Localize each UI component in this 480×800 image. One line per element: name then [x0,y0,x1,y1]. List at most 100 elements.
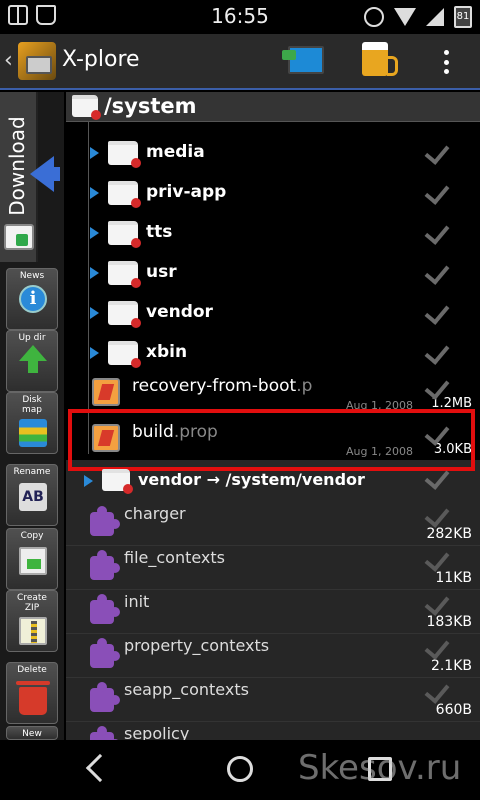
folder-row-priv-app[interactable]: priv-app [66,173,480,213]
copy-button[interactable]: Copy [6,528,58,590]
alarm-icon [364,7,384,27]
expand-arrow-icon[interactable] [90,187,99,199]
puzzle-icon [90,550,120,580]
checkmark-icon[interactable] [424,259,450,285]
folder-row-usr[interactable]: usr [66,253,480,293]
delete-label: Delete [17,665,47,675]
beer-icon[interactable] [362,42,398,76]
status-bar: 16:55 81 [0,0,480,34]
checkmark-icon[interactable] [424,678,450,704]
folder-row-tts[interactable]: tts [66,213,480,253]
folder-name: vendor [146,302,213,322]
checkmark-icon[interactable] [424,590,450,616]
file-name: property_contexts [124,636,270,655]
disk-map-icon [19,419,47,447]
vendor-file-row[interactable]: charger 282KB [66,502,480,546]
overflow-menu-icon[interactable] [436,44,456,80]
expand-arrow-icon[interactable] [90,147,99,159]
folder-icon [108,301,141,328]
folder-icon [102,469,133,494]
wifi-icon [394,8,416,26]
up-dir-button[interactable]: Up dir [6,330,58,392]
file-size: 2.1KB [430,658,472,674]
vendor-file-row[interactable]: seapp_contexts 660B [66,678,480,722]
file-size: 183KB [426,614,472,630]
checkmark-icon[interactable] [424,634,450,660]
arrow-left-icon [30,156,60,192]
rename-button[interactable]: Rename AB [6,464,58,526]
zip-icon [19,617,47,645]
expand-arrow-icon[interactable] [90,267,99,279]
folder-icon [108,221,141,248]
up-arrow-icon [19,345,47,373]
disk-map-label: Disk map [22,395,42,415]
vendor-file-row[interactable]: file_contexts 11KB [66,546,480,590]
info-icon [19,285,47,313]
folder-row-xbin[interactable]: xbin [66,333,480,373]
wifi-sharing-icon[interactable] [282,46,324,74]
battery-icon: 81 [454,6,472,28]
vendor-file-row[interactable]: sepolicy [66,722,480,740]
rename-icon: AB [19,483,47,511]
back-icon[interactable] [85,753,115,783]
chevron-left-icon[interactable]: ‹ [4,48,13,73]
checkmark-icon[interactable] [424,464,450,490]
checkmark-icon[interactable] [424,139,450,165]
checkmark-icon[interactable] [424,219,450,245]
checkmark-icon[interactable] [424,546,450,572]
folder-icon [108,141,141,168]
home-icon[interactable] [227,756,253,782]
folder-name: media [146,142,205,162]
file-name: charger [124,504,186,523]
symlink-folder-row[interactable]: vendor → /system/vendor [66,462,480,498]
checkmark-icon[interactable] [424,299,450,325]
app-logo-icon[interactable] [18,42,56,80]
file-name: seapp_contexts [124,680,249,699]
folder-icon [108,341,141,368]
new-label: New [22,729,42,739]
sidebar: Download News Up dir Disk map Rename AB … [0,92,64,740]
news-button[interactable]: News [6,268,58,330]
rename-label: Rename [13,467,51,477]
copy-icon [19,547,47,575]
folder-icon [72,95,101,120]
folder-icon [108,261,141,288]
checkmark-icon[interactable] [424,179,450,205]
disk-map-button[interactable]: Disk map [6,392,58,454]
vendor-file-row[interactable]: init 183KB [66,590,480,634]
vendor-file-row[interactable]: property_contexts 2.1KB [66,634,480,678]
delete-button[interactable]: Delete [6,662,58,724]
app-bar: ‹ X-plore [0,34,480,90]
download-folder-icon [4,224,34,250]
file-size: 660B [435,702,472,718]
expand-arrow-icon[interactable] [90,227,99,239]
expand-arrow-icon[interactable] [90,347,99,359]
expand-arrow-icon[interactable] [90,307,99,319]
folder-row-media[interactable]: media [66,133,480,173]
copy-label: Copy [20,531,44,541]
new-button[interactable]: New [6,726,58,740]
puzzle-icon [90,638,120,668]
folder-name: xbin [146,342,188,362]
current-path: /system [104,94,197,118]
checkmark-icon[interactable] [424,339,450,365]
path-header[interactable]: /system [66,92,480,122]
file-name: file_contexts [124,548,226,567]
file-name: recovery-from-boot.p [132,376,313,396]
file-row-recovery-from-boot[interactable]: recovery-from-boot.p Aug 1, 2008 1.2MB [66,370,480,414]
file-icon [92,378,120,406]
expand-arrow-icon[interactable] [84,475,93,487]
create-zip-button[interactable]: Create ZIP [6,590,58,652]
puzzle-icon [90,506,120,536]
checkmark-icon[interactable] [424,502,450,528]
folder-name: usr [146,262,177,282]
create-zip-label: Create ZIP [17,593,47,613]
watermark: Skesov.ru [298,748,462,788]
app-title: X-plore [62,47,140,72]
folder-name: tts [146,222,173,242]
puzzle-icon [90,682,120,712]
folder-row-vendor[interactable]: vendor [66,293,480,333]
symlink-label: vendor → /system/vendor [138,470,365,489]
up-dir-label: Up dir [18,333,46,343]
folder-name: priv-app [146,182,227,202]
